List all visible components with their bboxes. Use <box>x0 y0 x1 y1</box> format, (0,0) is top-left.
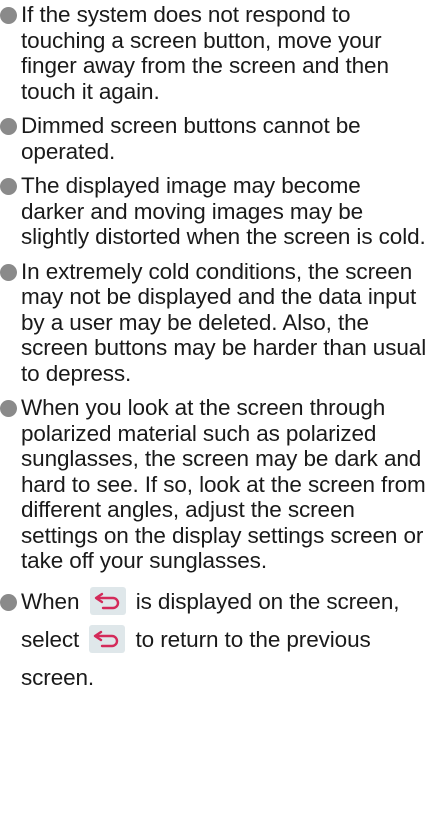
bullet-icon <box>0 118 17 135</box>
bullet-icon <box>0 7 17 24</box>
note-text: Dimmed screen buttons cannot be operated… <box>21 113 361 164</box>
note-item: If the system does not respond to touchi… <box>0 2 430 104</box>
note-item-back: When is displayed on the screen, select … <box>0 583 430 697</box>
note-item: The displayed image may become darker an… <box>0 173 430 250</box>
back-arrow-icon <box>89 586 126 615</box>
note-text: When you look at the screen through pola… <box>21 395 426 573</box>
note-text: In extremely cold conditions, the screen… <box>21 258 427 386</box>
note-text: If the system does not respond to touchi… <box>21 2 389 104</box>
note-text: When is displayed on the screen, select … <box>21 583 428 697</box>
note-item: Dimmed screen buttons cannot be operated… <box>0 113 430 164</box>
bullet-icon <box>0 178 17 195</box>
bullet-icon <box>0 400 17 417</box>
back-note-part1: When <box>21 588 80 614</box>
notes-list: If the system does not respond to touchi… <box>0 2 430 706</box>
note-item: In extremely cold conditions, the screen… <box>0 259 430 387</box>
note-text: The displayed image may become darker an… <box>21 173 426 249</box>
back-arrow-icon <box>89 624 126 653</box>
note-item: When you look at the screen through pola… <box>0 395 430 574</box>
bullet-icon <box>0 263 17 281</box>
bullet-icon <box>0 593 17 611</box>
